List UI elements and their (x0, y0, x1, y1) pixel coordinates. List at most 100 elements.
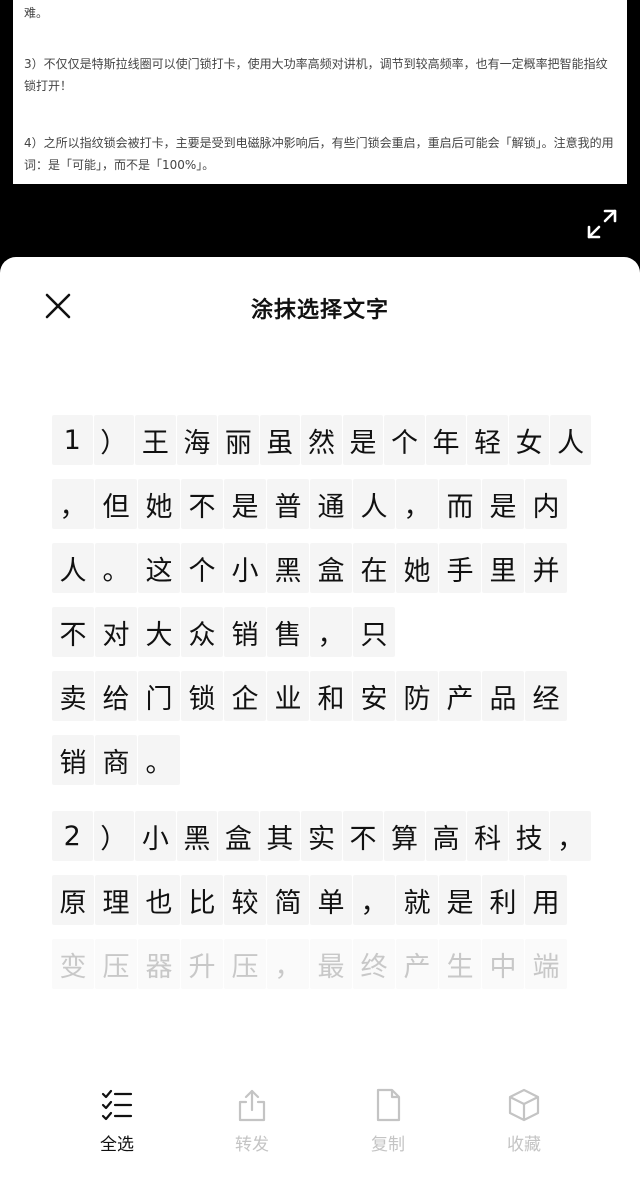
selectable-char[interactable]: 防 (396, 671, 438, 721)
selectable-char[interactable]: 压 (95, 939, 137, 989)
selectable-char[interactable]: 门 (138, 671, 180, 721)
selectable-char[interactable]: 比 (181, 875, 223, 925)
selectable-char[interactable]: ， (396, 479, 438, 529)
selectable-char[interactable]: 最 (310, 939, 352, 989)
select-all-button[interactable]: 全选 (67, 1088, 167, 1155)
selectable-char[interactable]: 生 (439, 939, 481, 989)
selectable-char[interactable]: 她 (138, 479, 180, 529)
selectable-char[interactable]: ， (550, 811, 591, 861)
selectable-char[interactable]: 个 (181, 543, 223, 593)
selectable-char[interactable]: 简 (267, 875, 309, 925)
selectable-char[interactable]: 中 (482, 939, 524, 989)
selectable-char[interactable]: 锁 (181, 671, 223, 721)
selectable-char[interactable]: 小 (224, 543, 266, 593)
selectable-char[interactable]: ， (52, 479, 94, 529)
selectable-char[interactable]: 安 (353, 671, 395, 721)
selectable-char[interactable]: 轻 (467, 415, 508, 465)
selectable-char[interactable]: 业 (267, 671, 309, 721)
selectable-char[interactable]: 原 (52, 875, 94, 925)
selectable-char[interactable]: 。 (138, 735, 180, 785)
selectable-char[interactable]: 人 (353, 479, 395, 529)
selectable-char[interactable]: 销 (224, 607, 266, 657)
selectable-char[interactable]: 器 (138, 939, 180, 989)
selectable-char[interactable]: 较 (224, 875, 266, 925)
selectable-char[interactable]: 人 (52, 543, 94, 593)
forward-button[interactable]: 转发 (202, 1088, 302, 1155)
selectable-char[interactable]: 黑 (267, 543, 309, 593)
selectable-char[interactable]: 。 (95, 543, 137, 593)
selectable-char[interactable]: 年 (425, 415, 467, 465)
selectable-char[interactable]: 海 (176, 415, 218, 465)
selectable-char[interactable]: 利 (482, 875, 524, 925)
selectable-char[interactable]: 不 (181, 479, 223, 529)
selectable-char[interactable]: 2 (52, 811, 93, 861)
selectable-char[interactable]: 是 (482, 479, 524, 529)
selectable-char[interactable]: 并 (525, 543, 567, 593)
selectable-char[interactable]: 科 (467, 811, 508, 861)
selectable-char[interactable]: 升 (181, 939, 223, 989)
selectable-char[interactable]: 个 (384, 415, 425, 465)
selectable-char[interactable]: 在 (353, 543, 395, 593)
selectable-char[interactable]: 算 (384, 811, 425, 861)
copy-button[interactable]: 复制 (338, 1088, 438, 1155)
selectable-char[interactable]: 也 (138, 875, 180, 925)
selectable-char[interactable]: 商 (95, 735, 137, 785)
selectable-char[interactable]: 但 (95, 479, 137, 529)
selectable-char[interactable]: 女 (508, 415, 550, 465)
selectable-char[interactable]: ） (93, 415, 135, 465)
selectable-char[interactable]: ， (310, 607, 352, 657)
selectable-char[interactable]: 盒 (310, 543, 352, 593)
selectable-char[interactable]: 这 (138, 543, 180, 593)
selectable-char[interactable]: 只 (353, 607, 395, 657)
selectable-char[interactable]: 虽 (259, 415, 301, 465)
selectable-char[interactable]: 小 (135, 811, 176, 861)
selectable-char[interactable]: 是 (342, 415, 384, 465)
selectable-char[interactable]: 压 (224, 939, 266, 989)
selectable-char[interactable]: 对 (95, 607, 137, 657)
selectable-char[interactable]: 王 (135, 415, 176, 465)
selectable-char[interactable]: 销 (52, 735, 94, 785)
selectable-char[interactable]: 品 (482, 671, 524, 721)
selectable-char[interactable]: 普 (267, 479, 309, 529)
selectable-char[interactable]: ， (353, 875, 395, 925)
selectable-char[interactable]: 用 (525, 875, 567, 925)
expand-icon[interactable] (586, 208, 618, 240)
selectable-char[interactable]: 理 (95, 875, 137, 925)
selectable-char[interactable]: 是 (224, 479, 266, 529)
selectable-char[interactable]: 而 (439, 479, 481, 529)
selectable-text-area[interactable]: 1）王海丽虽然是个年轻女人，但她不是普通人，而是内人。这个小黑盒在她手里并不对大… (52, 415, 592, 1015)
selectable-char[interactable]: 人 (550, 415, 591, 465)
selectable-char[interactable]: 终 (353, 939, 395, 989)
selectable-char[interactable]: 大 (138, 607, 180, 657)
selectable-char[interactable]: 内 (525, 479, 567, 529)
selectable-char[interactable]: 1 (52, 415, 93, 465)
selectable-char[interactable]: 实 (301, 811, 342, 861)
selectable-char[interactable]: 黑 (176, 811, 218, 861)
selectable-char[interactable]: ， (267, 939, 309, 989)
selectable-char[interactable]: 里 (482, 543, 524, 593)
selectable-char[interactable]: 盒 (218, 811, 259, 861)
selectable-char[interactable]: 她 (396, 543, 438, 593)
selectable-char[interactable]: 给 (95, 671, 137, 721)
selectable-char[interactable]: 企 (224, 671, 266, 721)
selectable-char[interactable]: 不 (52, 607, 94, 657)
selectable-char[interactable]: 产 (396, 939, 438, 989)
favorite-button[interactable]: 收藏 (474, 1088, 574, 1155)
selectable-char[interactable]: 手 (439, 543, 481, 593)
selectable-char[interactable]: 通 (310, 479, 352, 529)
selectable-char[interactable]: 变 (52, 939, 94, 989)
selectable-char[interactable]: 产 (439, 671, 481, 721)
selectable-char[interactable]: 其 (259, 811, 301, 861)
selectable-char[interactable]: 是 (439, 875, 481, 925)
selectable-char[interactable]: 经 (525, 671, 567, 721)
selectable-char[interactable]: ） (93, 811, 135, 861)
selectable-char[interactable]: 然 (301, 415, 342, 465)
selectable-char[interactable]: 和 (310, 671, 352, 721)
selectable-char[interactable]: 单 (310, 875, 352, 925)
selectable-char[interactable]: 技 (508, 811, 550, 861)
selectable-char[interactable]: 高 (425, 811, 467, 861)
selectable-char[interactable]: 售 (267, 607, 309, 657)
selectable-char[interactable]: 端 (525, 939, 567, 989)
selectable-char[interactable]: 不 (342, 811, 384, 861)
selectable-char[interactable]: 众 (181, 607, 223, 657)
